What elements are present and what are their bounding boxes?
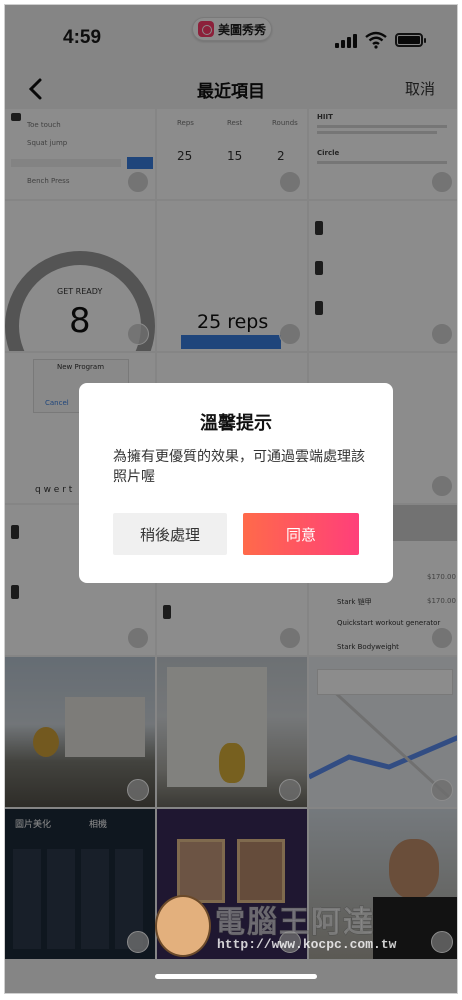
- mascot-face-icon: [155, 895, 211, 957]
- phone-screen: 4:59 美圖秀秀 最近項目 取消 Toe touch Squat jump B…: [4, 4, 458, 994]
- watermark-url: http://www.kocpc.com.tw: [217, 937, 397, 952]
- watermark-text: 電腦王阿達: [215, 905, 375, 941]
- process-later-button[interactable]: 稍後處理: [113, 513, 227, 555]
- agree-button[interactable]: 同意: [243, 513, 359, 555]
- site-watermark: 電腦王阿達 http://www.kocpc.com.tw: [155, 885, 445, 965]
- home-indicator[interactable]: [155, 974, 317, 979]
- dialog-message: 為擁有更優質的效果，可通過雲端處理該照片喔: [113, 449, 365, 485]
- cloud-processing-dialog: 溫馨提示 為擁有更優質的效果，可通過雲端處理該照片喔 稍後處理 同意: [79, 383, 393, 583]
- dialog-title: 溫馨提示: [200, 413, 272, 434]
